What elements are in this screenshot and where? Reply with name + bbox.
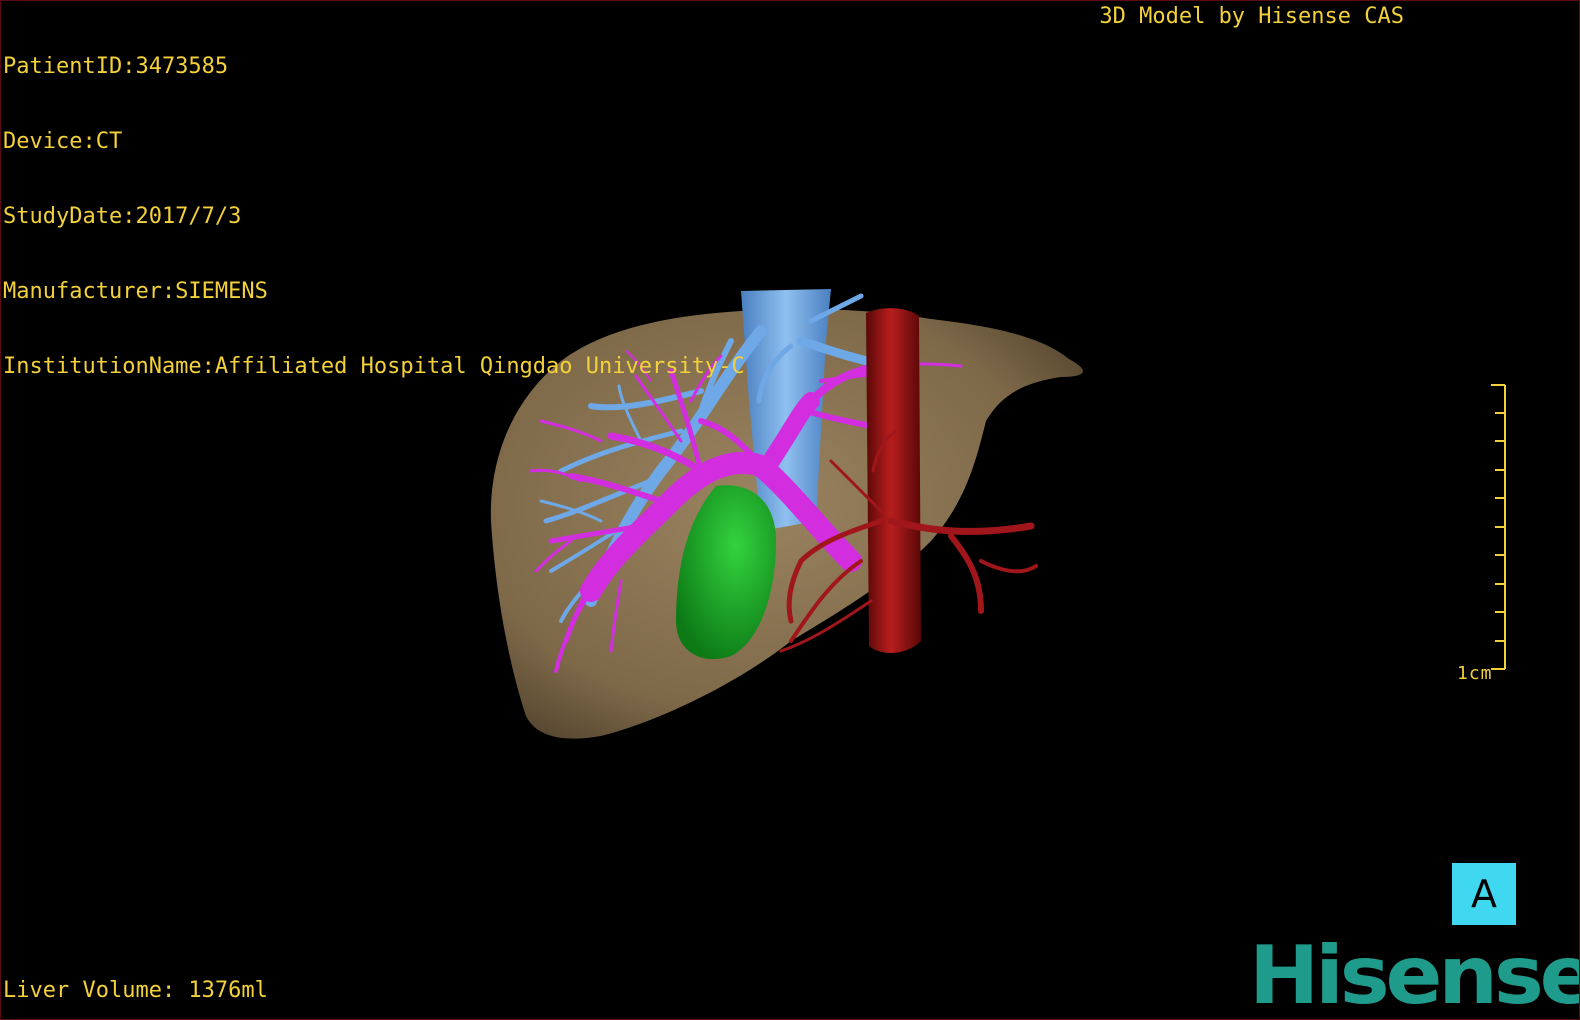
device-text: Device:CT <box>3 129 123 154</box>
scale-bar-label: 1cm <box>1457 663 1493 684</box>
scale-bar <box>1491 384 1506 670</box>
liver-volume-text: Liver Volume: 1376ml <box>3 978 268 1003</box>
3d-viewport[interactable]: PatientID:3473585 Device:CT StudyDate:20… <box>0 0 1580 1020</box>
hisense-logo: Hisense <box>1249 929 1580 1020</box>
model-credit-text: 3D Model by Hisense CAS <box>1099 4 1404 29</box>
study-date-text: StudyDate:2017/7/3 <box>3 204 242 229</box>
patient-info-block: PatientID:3473585 Device:CT StudyDate:20… <box>3 4 745 429</box>
manufacturer-text: Manufacturer:SIEMENS <box>3 279 268 304</box>
institution-name-text: InstitutionName:Affiliated Hospital Qing… <box>3 354 745 379</box>
patient-id-text: PatientID:3473585 <box>3 54 229 79</box>
anterior-view-button[interactable]: A <box>1452 863 1516 925</box>
